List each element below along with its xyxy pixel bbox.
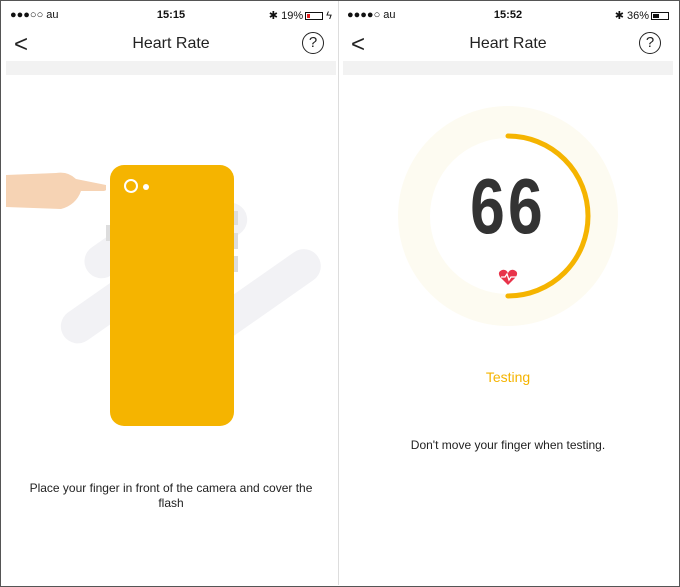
heart-rate-value: 66: [470, 162, 546, 250]
phone-side-button: [234, 256, 238, 272]
page-title: Heart Rate: [132, 35, 210, 52]
instruction-text: Don't move your finger when testing.: [410, 438, 606, 452]
camera-icon: [124, 179, 138, 193]
finger-placement-screen: ●●●○○ au 15:15 ✱ 19% ϟ < Heart Rate ? Pl…: [4, 1, 338, 585]
header-band: [6, 61, 336, 75]
instruction-text: Place your finger in front of the camera…: [29, 481, 313, 510]
status-bar: ●●●○○ au 15:15 ✱ 19% ϟ: [4, 7, 338, 23]
phone-side-button: [106, 225, 110, 241]
testing-status: Testing: [485, 369, 531, 385]
battery-icon: [305, 12, 324, 21]
heart-icon: [498, 269, 519, 285]
phone-side-button: [234, 233, 238, 249]
phone-side-button: [234, 211, 238, 225]
progress-ring: [398, 106, 618, 326]
help-button[interactable]: ?: [302, 32, 324, 54]
battery-percent: 19%: [281, 10, 304, 22]
nav-bar: < Heart Rate ?: [4, 27, 338, 61]
flash-icon: [143, 184, 149, 190]
phone-illustration: [110, 165, 234, 426]
finger-hand-icon: [6, 172, 106, 209]
testing-screen: ●●●●○ au 15:52 ✱ 36% < Heart Rate ? 66 T…: [341, 1, 675, 585]
battery: ✱ 19% ϟ: [268, 10, 332, 22]
